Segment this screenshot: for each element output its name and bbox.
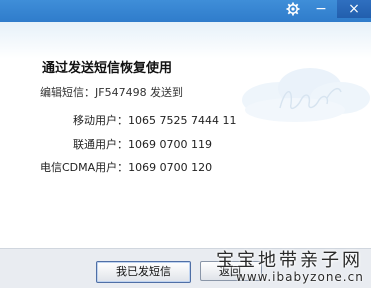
close-button[interactable]: × xyxy=(337,0,371,18)
edit-sms-instruction: 编辑短信：JF547498 发送到 xyxy=(40,86,184,99)
settings-button[interactable] xyxy=(284,0,302,18)
minimize-icon: − xyxy=(315,1,327,17)
signature-doodle xyxy=(279,87,342,110)
dialog-headline: 通过发送短信恢复使用 xyxy=(42,61,173,76)
title-bar: − × xyxy=(0,0,371,22)
close-icon: × xyxy=(348,1,360,17)
gear-icon xyxy=(286,2,300,16)
back-button[interactable]: 返回 xyxy=(200,261,262,281)
sms-recovery-dialog: − × 通过发送短信恢复使用 编辑短信：JF547498 发送到 移动用户：10… xyxy=(0,0,371,288)
mobile-number-line: 移动用户：1065 7525 7444 11 xyxy=(73,114,237,127)
sms-sent-button[interactable]: 我已发短信 xyxy=(96,261,191,283)
telecom-number-line: 电信CDMA用户：1069 0700 120 xyxy=(40,161,213,174)
minimize-button[interactable]: − xyxy=(312,0,330,18)
unicom-number-line: 联通用户：1069 0700 119 xyxy=(73,138,212,151)
